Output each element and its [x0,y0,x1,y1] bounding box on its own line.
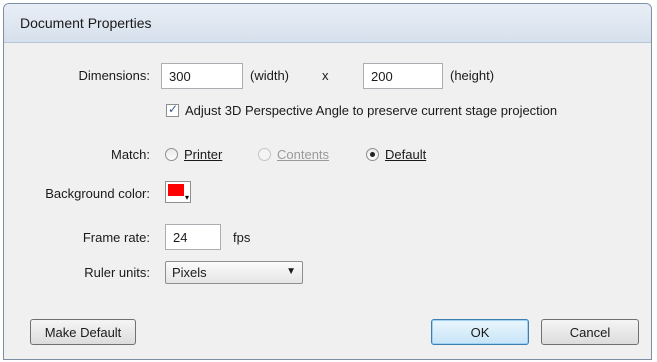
dimension-separator: x [322,68,329,83]
dropdown-arrow-icon: ▾ [184,193,189,202]
dialog-title: Document Properties [20,15,152,31]
frame-rate-label: Frame rate: [82,230,150,245]
match-default-radio[interactable] [366,148,379,161]
background-color-label: Background color: [45,186,150,201]
document-properties-dialog: Document Properties Dimensions: (width) … [3,3,652,360]
background-color-swatch[interactable]: ▾ [165,181,191,203]
dialog-content: Dimensions: (width) x (height) ✓ Adjust … [4,43,651,359]
make-default-button[interactable]: Make Default [30,319,136,345]
match-printer-radio[interactable] [165,148,178,161]
ok-button[interactable]: OK [431,319,529,345]
match-default-label: Default [385,147,427,162]
ruler-units-select[interactable]: Pixels ▼ [165,261,303,284]
adjust-3d-checkbox[interactable]: ✓ [166,102,179,117]
match-printer-label: Printer [184,147,223,162]
frame-rate-input[interactable] [165,224,221,250]
dimensions-label: Dimensions: [78,68,150,83]
cancel-button[interactable]: Cancel [541,319,639,345]
width-unit-label: (width) [250,68,290,83]
height-input[interactable] [363,63,443,89]
chevron-down-icon: ▼ [286,266,296,277]
ruler-units-value: Pixels [172,265,207,280]
width-input[interactable] [161,63,243,89]
checkmark-icon: ✓ [168,102,179,116]
radio-dot-icon [370,152,375,157]
match-contents-radio[interactable] [258,148,271,161]
match-contents-label: Contents [277,147,330,162]
title-bar: Document Properties [4,4,651,43]
color-fill [168,184,184,196]
ruler-units-label: Ruler units: [84,265,150,280]
frame-rate-unit: fps [233,230,251,245]
adjust-3d-label: Adjust 3D Perspective Angle to preserve … [185,103,558,118]
height-unit-label: (height) [450,68,495,83]
match-label: Match: [110,147,150,162]
